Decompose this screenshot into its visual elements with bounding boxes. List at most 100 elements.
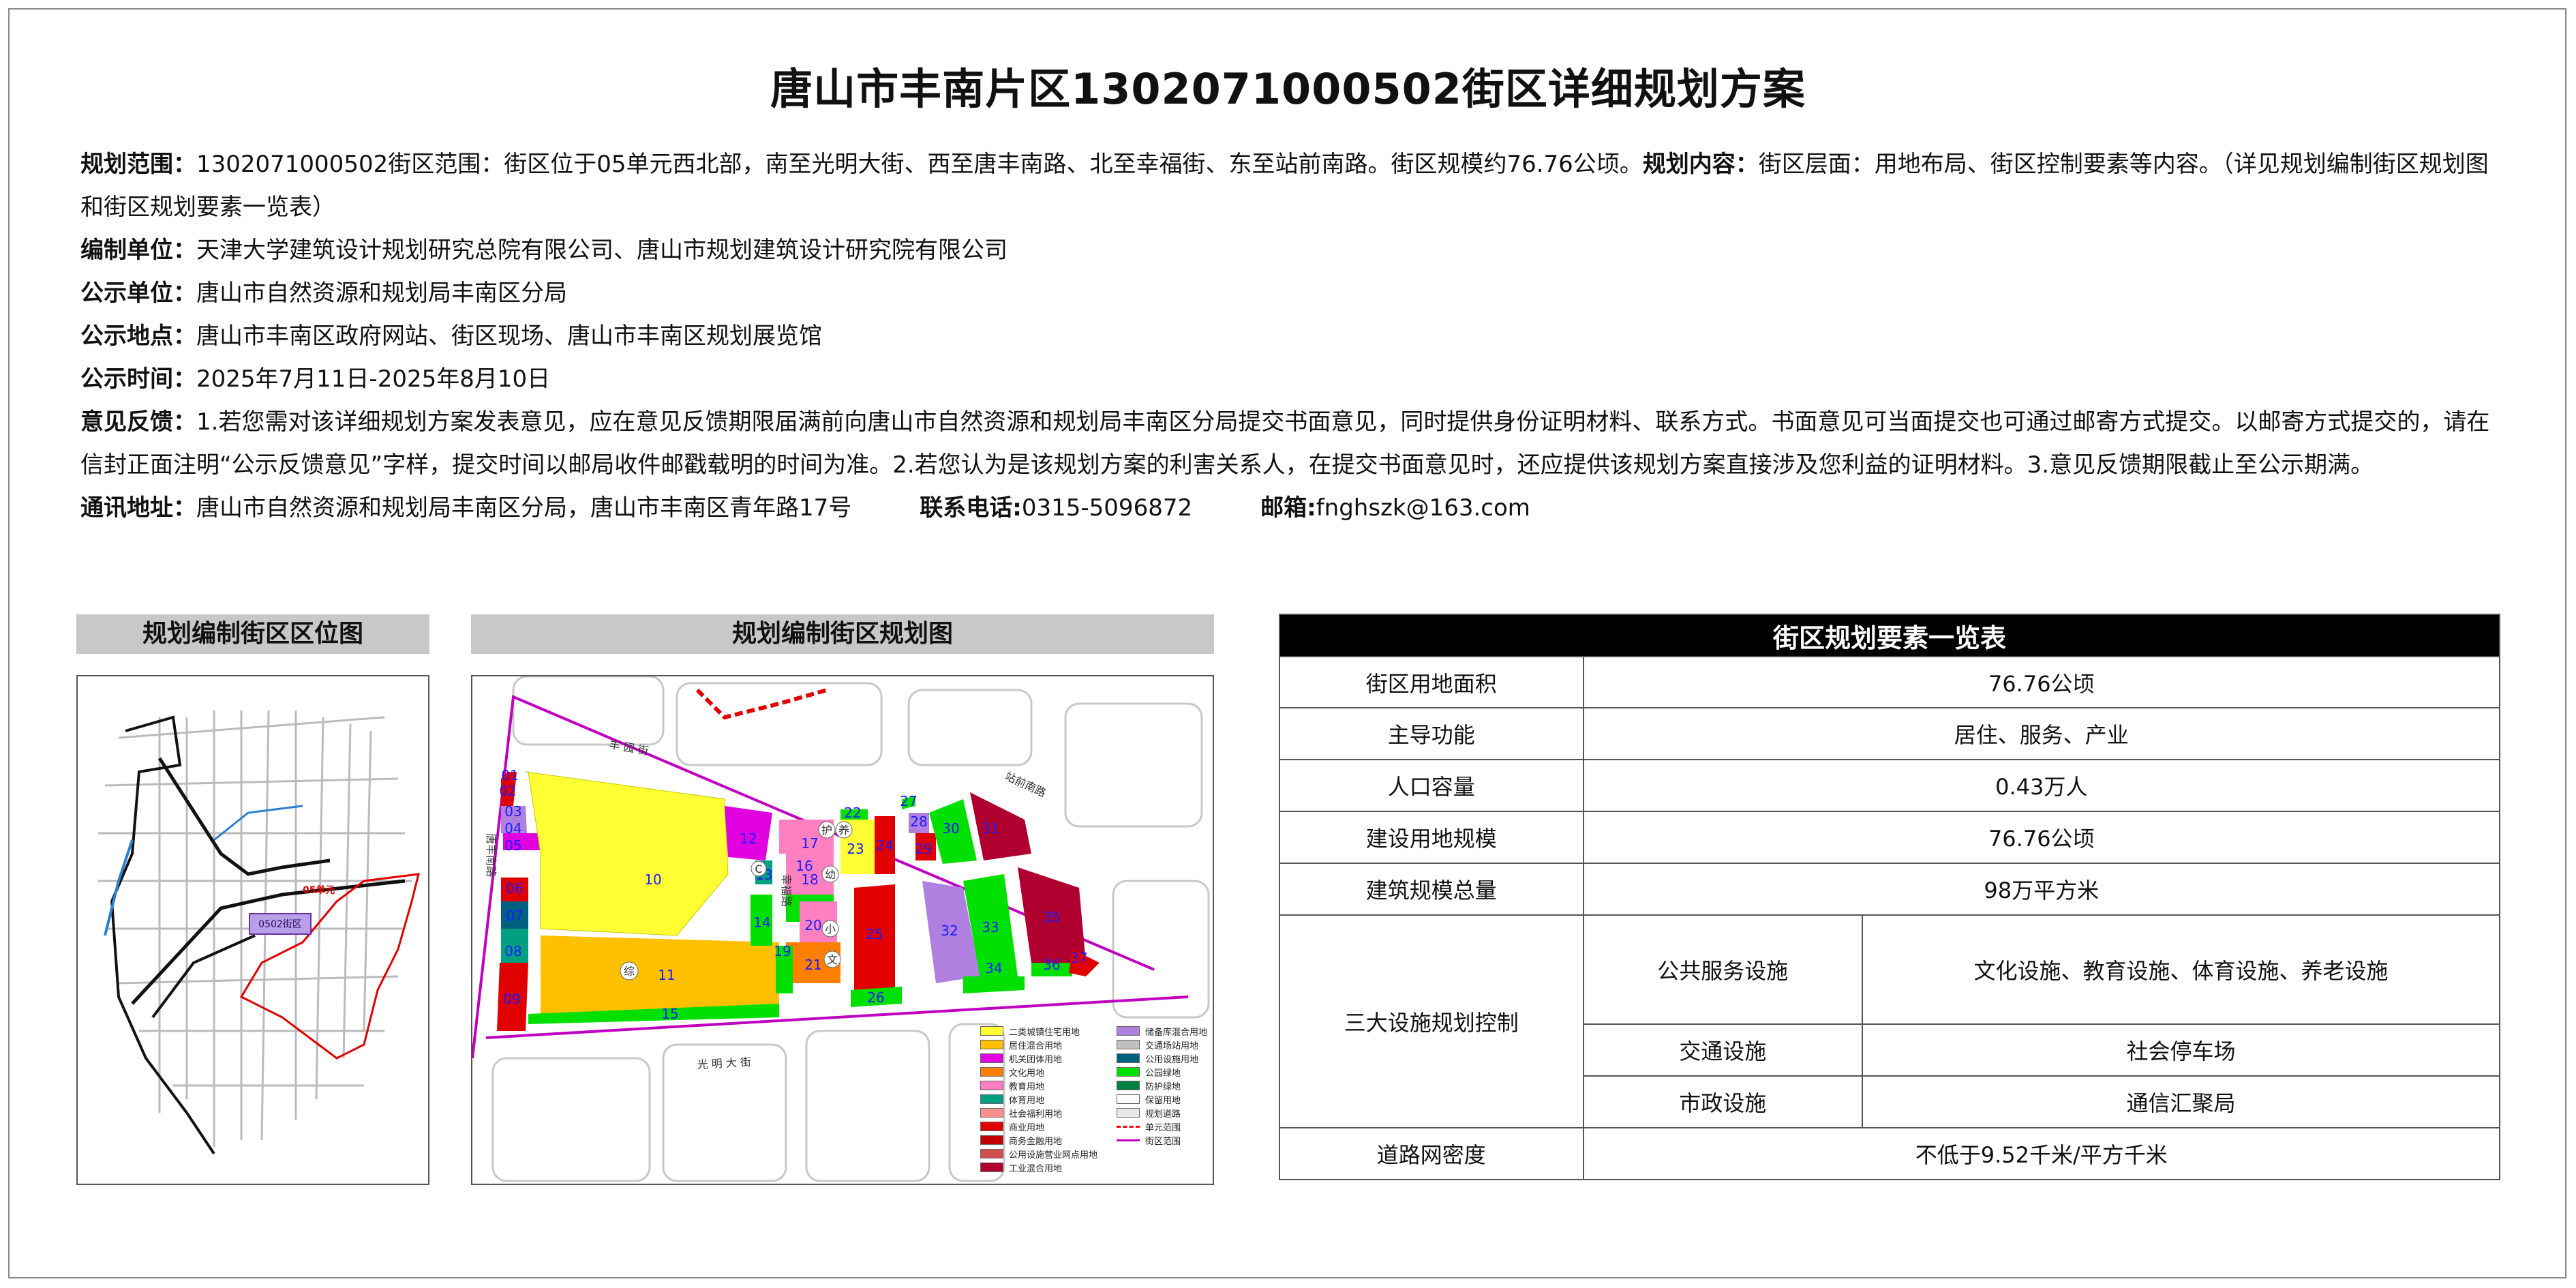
legend-swatch xyxy=(1117,1040,1140,1049)
legend-swatch xyxy=(1117,1026,1140,1036)
scope-row: 规划范围：1302071000502街区范围：街区位于05单元西北部，南至光明大… xyxy=(80,143,2507,229)
legend-label: 文化用地 xyxy=(1009,1068,1045,1079)
location-map: 0502街区 05单元 xyxy=(76,675,429,1185)
facility-mark-zong: 综 xyxy=(624,965,635,978)
parcel-17: 17 xyxy=(801,835,818,852)
legend-swatch xyxy=(980,1067,1003,1077)
legend-label: 防护绿地 xyxy=(1145,1081,1181,1092)
info-section: 规划范围：1302071000502街区范围：街区位于05单元西北部，南至光明大… xyxy=(80,143,2507,530)
legend-label: 公用设施用地 xyxy=(1145,1054,1199,1065)
parcel-12: 12 xyxy=(740,830,757,847)
legend-label: 教育用地 xyxy=(1009,1081,1045,1092)
parcel-25: 25 xyxy=(866,926,883,942)
road-label-zhanqian: 站前南路 xyxy=(1003,769,1048,799)
table-value: 居住、服务、产业 xyxy=(1582,707,2500,760)
table-value: 98万平方米 xyxy=(1582,863,2500,916)
legend-swatch xyxy=(1117,1094,1140,1104)
place-text: 唐山市丰南区政府网站、街区现场、唐山市丰南区规划展览馆 xyxy=(196,323,822,350)
page-title: 唐山市丰南片区1302071000502街区详细规划方案 xyxy=(770,64,1806,114)
legend-item: 工业混合用地 xyxy=(980,1160,1097,1174)
legend-item: 公用设施用地 xyxy=(1117,1051,1207,1065)
org-label: 编制单位： xyxy=(80,237,196,264)
legend-item: 商业用地 xyxy=(980,1120,1097,1133)
parcel-10: 10 xyxy=(644,871,661,888)
road-label-xingfu: 幸福路 xyxy=(780,874,793,907)
legend-label: 单元范围 xyxy=(1145,1122,1181,1133)
email-text[interactable]: fnghszk@163.com xyxy=(1316,494,1530,522)
parcel-34: 34 xyxy=(985,960,1002,976)
parcel-08: 08 xyxy=(504,943,521,959)
parcel-07: 07 xyxy=(506,908,523,924)
table-key: 交通设施 xyxy=(1582,1023,1864,1077)
content-label: 规划内容： xyxy=(1642,151,1759,178)
parcel-36: 36 xyxy=(1043,957,1060,973)
legend-swatch xyxy=(1117,1108,1140,1118)
plan-map-heading: 规划编制街区规划图 xyxy=(471,614,1214,654)
parcel-04: 04 xyxy=(504,820,521,837)
parcel-23: 23 xyxy=(847,841,864,857)
parcel-28: 28 xyxy=(910,813,927,830)
parcel-24: 24 xyxy=(876,837,893,854)
address-row: 通讯地址：唐山市自然资源和规划局丰南区分局，唐山市丰南区青年路17号 联系电话:0… xyxy=(80,487,2507,530)
plan-legend-col1: 二类城镇住宅用地 居住混合用地 机关团体用地 文化用地 教育用地 体育用地 社会… xyxy=(980,1024,1097,1174)
parcel-05: 05 xyxy=(504,837,521,854)
legend-label: 公用设施营业网点用地 xyxy=(1009,1150,1098,1160)
table-value: 不低于9.52千米/平方千米 xyxy=(1582,1127,2500,1180)
legend-item: 单元范围 xyxy=(1117,1120,1207,1133)
org-row: 编制单位：天津大学建筑设计规划研究总院有限公司、唐山市规划建筑设计研究院有限公司 xyxy=(80,229,2507,272)
legend-label: 公园绿地 xyxy=(1145,1068,1181,1079)
address-label: 通讯地址： xyxy=(80,494,196,522)
facility-mark-xiao: 小 xyxy=(825,923,836,935)
facility-mark-you: 幼 xyxy=(825,868,836,881)
parcel-31: 31 xyxy=(982,820,999,837)
parcel-30: 30 xyxy=(942,820,959,837)
plan-map: 01 02 03 04 05 06 07 08 09 10 11 12 13 1… xyxy=(471,675,1214,1185)
facility-mark-hu: 护 xyxy=(821,824,832,837)
road-label-guangming: 光 明 大 街 xyxy=(697,1055,751,1071)
place-row: 公示地点：唐山市丰南区政府网站、街区现场、唐山市丰南区规划展览馆 xyxy=(80,315,2507,358)
legend-label: 体育用地 xyxy=(1009,1095,1045,1106)
facility-mark-c: C xyxy=(755,863,762,875)
legend-label: 街区范围 xyxy=(1145,1136,1181,1147)
legend-label: 商务金融用地 xyxy=(1009,1136,1063,1147)
table-key: 街区用地面积 xyxy=(1279,656,1584,708)
legend-item: 街区范围 xyxy=(1117,1133,1207,1147)
parcel-20: 20 xyxy=(804,917,821,933)
legend-swatch xyxy=(980,1135,1003,1145)
parcel-35: 35 xyxy=(1043,909,1060,925)
legend-label: 储备库混合用地 xyxy=(1145,1027,1208,1038)
phone-label: 联系电话: xyxy=(920,494,1022,522)
legend-swatch xyxy=(1117,1067,1140,1077)
address-text: 唐山市自然资源和规划局丰南区分局，唐山市丰南区青年路17号 xyxy=(196,494,852,522)
legend-item: 社会福利用地 xyxy=(980,1106,1097,1120)
legend-label: 工业混合用地 xyxy=(1009,1163,1063,1174)
feedback-label: 意见反馈： xyxy=(80,408,196,436)
parcel-14: 14 xyxy=(753,914,770,931)
table-value: 通信汇聚局 xyxy=(1862,1075,2500,1128)
time-label: 公示时间： xyxy=(80,365,196,393)
table-key: 建设用地规模 xyxy=(1279,811,1584,864)
legend-item: 公园绿地 xyxy=(1117,1065,1207,1079)
scope-text: 1302071000502街区范围：街区位于05单元西北部，南至光明大街、西至唐… xyxy=(196,151,1643,178)
facility-mark-yang: 养 xyxy=(838,824,849,837)
legend-label: 交通场站用地 xyxy=(1145,1040,1199,1051)
legend-swatch xyxy=(1117,1125,1140,1128)
legend-swatch xyxy=(980,1163,1003,1172)
scope-label: 规划范围： xyxy=(80,151,196,178)
legend-item: 规划道路 xyxy=(1117,1106,1207,1120)
legend-label: 保留用地 xyxy=(1145,1095,1181,1106)
parcel-06: 06 xyxy=(506,880,523,897)
legend-item: 文化用地 xyxy=(980,1065,1097,1079)
pub-unit-row: 公示单位：唐山市自然资源和规划局丰南区分局 xyxy=(80,272,2507,315)
parcel-09: 09 xyxy=(503,991,520,1007)
legend-item: 体育用地 xyxy=(980,1092,1097,1106)
parcel-15: 15 xyxy=(661,1006,678,1022)
legend-item: 二类城镇住宅用地 xyxy=(980,1024,1097,1038)
legend-item: 教育用地 xyxy=(980,1079,1097,1092)
legend-label: 社会福利用地 xyxy=(1009,1109,1063,1120)
table-key: 公共服务设施 xyxy=(1582,914,1864,1025)
legend-swatch xyxy=(980,1081,1003,1090)
feedback-row: 意见反馈：1.若您需对该详细规划方案发表意见，应在意见反馈期限届满前向唐山市自然… xyxy=(80,401,2507,487)
table-value: 社会停车场 xyxy=(1862,1023,2500,1077)
legend-swatch xyxy=(980,1040,1003,1049)
